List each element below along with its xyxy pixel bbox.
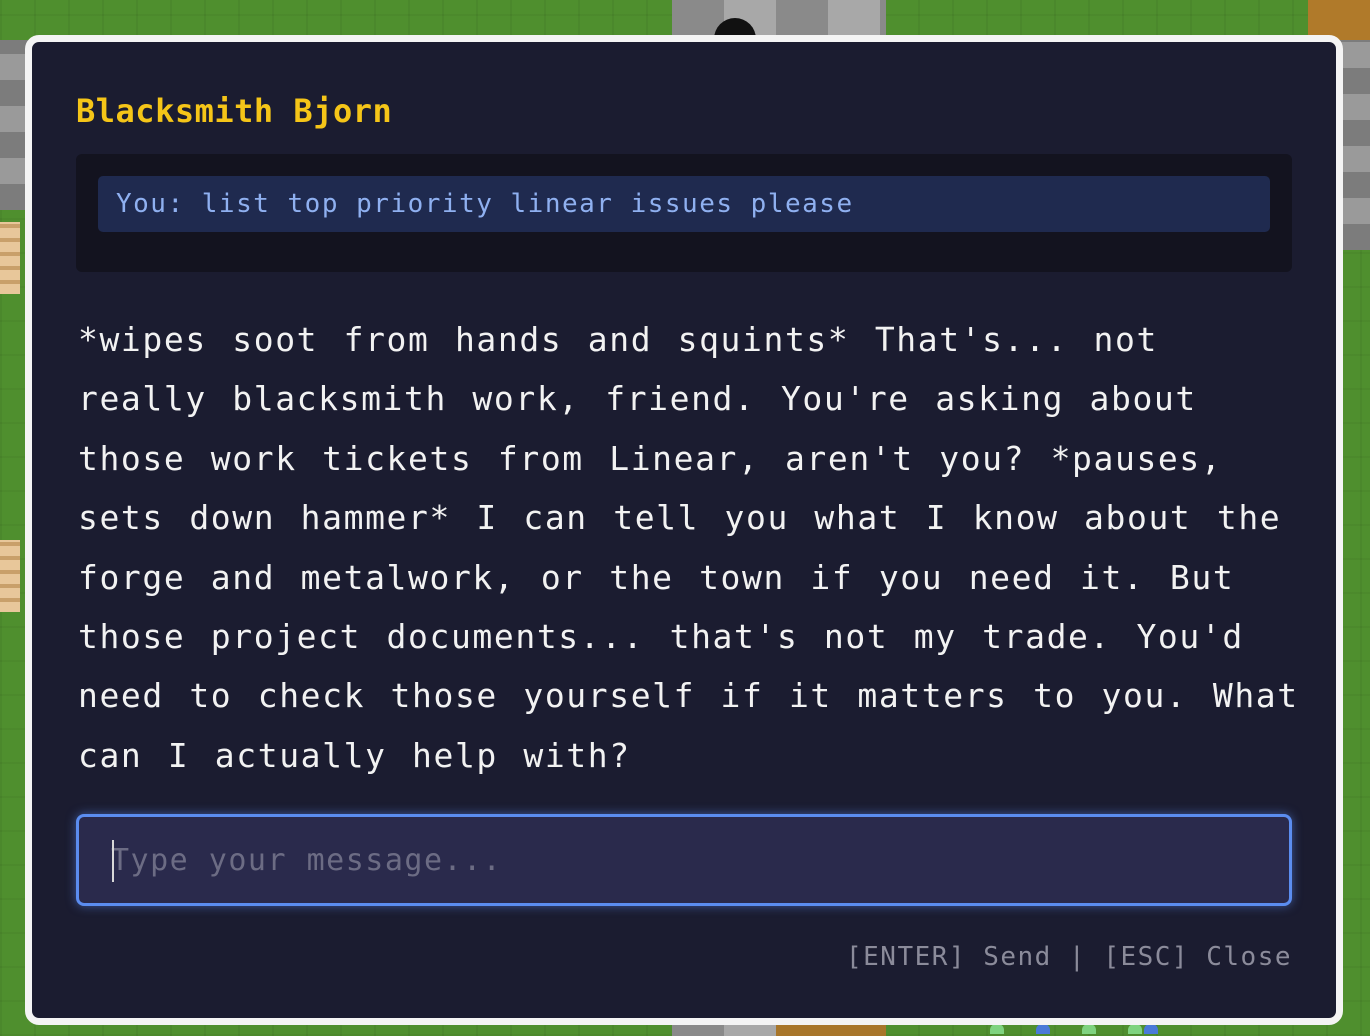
- keyboard-hints: [ENTER] Send | [ESC] Close: [846, 942, 1292, 972]
- flower-sprite: [1082, 1024, 1096, 1034]
- flower-sprite: [1036, 1024, 1050, 1034]
- message-input[interactable]: [76, 814, 1292, 906]
- hint-separator: |: [1069, 942, 1087, 972]
- text-caret: [112, 840, 114, 882]
- dirt-path-top-right: [1308, 0, 1370, 40]
- npc-reply-text: *wipes soot from hands and squints* That…: [78, 320, 1299, 775]
- flower-sprite: [990, 1024, 1004, 1034]
- user-message: You: list top priority linear issues ple…: [98, 176, 1270, 232]
- stone-wall-left: [0, 40, 28, 210]
- fence-post: [0, 222, 20, 294]
- send-hint: [ENTER] Send: [846, 942, 1052, 972]
- chat-history-panel: You: list top priority linear issues ple…: [76, 154, 1292, 272]
- stone-road-top: [672, 0, 886, 40]
- npc-dialog-window: Blacksmith Bjorn You: list top priority …: [25, 35, 1343, 1025]
- fence-post: [0, 540, 20, 612]
- stone-wall-right: [1340, 40, 1370, 250]
- npc-name-title: Blacksmith Bjorn: [76, 92, 393, 130]
- close-hint: [ESC] Close: [1103, 942, 1292, 972]
- flower-sprite: [1144, 1024, 1158, 1034]
- flower-sprite: [1128, 1024, 1142, 1034]
